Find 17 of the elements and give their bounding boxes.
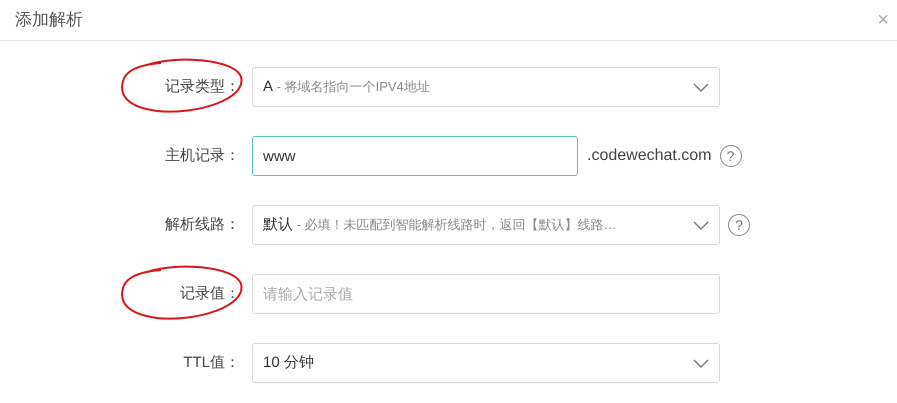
help-icon[interactable]: ? [720,145,742,167]
field-label: 主机记录： [165,146,241,166]
chevron-down-icon [693,358,709,368]
domain-suffix: .codewechat.com [587,146,712,166]
field-label: 记录值： [180,284,241,304]
select-field[interactable]: A - 将域名指向一个IPV4地址 [252,67,720,107]
field-label: TTL值： [183,352,241,373]
text-field[interactable]: www [252,136,578,176]
field-label: 记录类型： [165,76,241,97]
text-field[interactable]: 请输入记录值 [252,274,720,314]
chevron-down-icon [693,220,709,230]
field-label: 解析线路： [165,214,241,235]
select-field[interactable]: 10 分钟 [252,343,720,383]
help-icon[interactable]: ? [728,214,750,236]
select-field[interactable]: 默认 - 必填！未匹配到智能解析线路时，返回【默认】线路… [252,205,720,245]
chevron-down-icon [693,82,709,92]
dialog-title: 添加解析 [15,9,83,32]
